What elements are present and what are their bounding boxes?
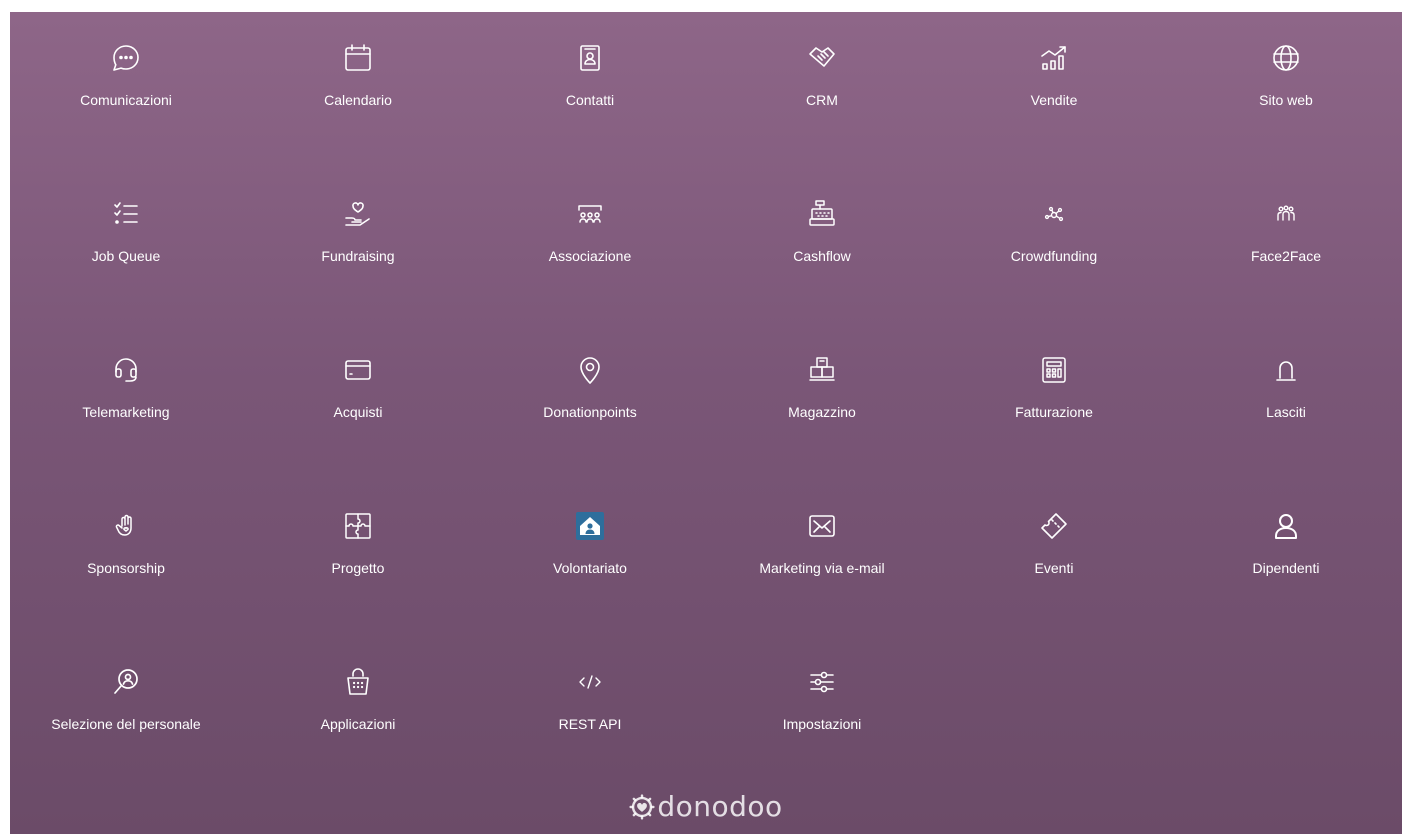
app-fundraising[interactable]: Fundraising xyxy=(242,168,474,268)
app-label: Face2Face xyxy=(1250,248,1322,264)
hand-heart-icon xyxy=(106,506,146,546)
app-label: Vendite xyxy=(1030,92,1078,108)
app-label: Sponsorship xyxy=(87,560,165,576)
app-label: Donationpoints xyxy=(543,404,637,420)
brand-logo: donodoo xyxy=(10,790,1402,823)
user-icon xyxy=(1266,506,1306,546)
app-volontariato[interactable]: Volontariato xyxy=(474,480,706,580)
credit-card-icon xyxy=(338,350,378,390)
app-telemarketing[interactable]: Telemarketing xyxy=(10,324,242,424)
app-label: Selezione del personale xyxy=(51,716,201,732)
app-lasciti[interactable]: Lasciti xyxy=(1170,324,1402,424)
app-label: Lasciti xyxy=(1266,404,1306,420)
app-label: Eventi xyxy=(1034,560,1074,576)
app-label: Cashflow xyxy=(793,248,851,264)
app-contatti[interactable]: Contatti xyxy=(474,12,706,112)
app-face2face[interactable]: Face2Face xyxy=(1170,168,1402,268)
handshake-icon xyxy=(802,38,842,78)
chat-bubble-icon xyxy=(106,38,146,78)
app-rest-api[interactable]: REST API xyxy=(474,636,706,736)
app-label: Job Queue xyxy=(91,248,161,264)
envelope-icon xyxy=(802,506,842,546)
ticket-icon xyxy=(1034,506,1074,546)
brand-name: donodoo xyxy=(657,790,783,823)
app-acquisti[interactable]: Acquisti xyxy=(242,324,474,424)
arch-icon xyxy=(1266,350,1306,390)
app-label: Impostazioni xyxy=(782,716,862,732)
app-donationpoints[interactable]: Donationpoints xyxy=(474,324,706,424)
globe-icon xyxy=(1266,38,1306,78)
calculator-icon xyxy=(1034,350,1074,390)
app-calendario[interactable]: Calendario xyxy=(242,12,474,112)
app-crm[interactable]: CRM xyxy=(706,12,938,112)
app-label: Fatturazione xyxy=(1015,404,1093,420)
app-vendite[interactable]: Vendite xyxy=(938,12,1170,112)
app-label: Associazione xyxy=(548,248,632,264)
app-crowdfunding[interactable]: Crowdfunding xyxy=(938,168,1170,268)
people-face-icon xyxy=(1266,194,1306,234)
app-label: Fundraising xyxy=(321,248,395,264)
app-magazzino[interactable]: Magazzino xyxy=(706,324,938,424)
cash-register-icon xyxy=(802,194,842,234)
app-selezione-del-personale[interactable]: Selezione del personale xyxy=(10,636,242,736)
donodoo-logo-icon xyxy=(629,793,655,820)
app-label: Progetto xyxy=(331,560,385,576)
app-sponsorship[interactable]: Sponsorship xyxy=(10,480,242,580)
app-label: Contatti xyxy=(565,92,615,108)
app-label: Marketing via e-mail xyxy=(759,560,885,576)
boxes-icon xyxy=(802,350,842,390)
puzzle-icon xyxy=(338,506,378,546)
heart-hand-icon xyxy=(338,194,378,234)
sales-chart-icon xyxy=(1034,38,1074,78)
app-label: REST API xyxy=(558,716,622,732)
app-label: Volontariato xyxy=(553,560,627,576)
people-group-icon xyxy=(570,194,610,234)
app-cashflow[interactable]: Cashflow xyxy=(706,168,938,268)
contact-card-icon xyxy=(570,38,610,78)
app-label: CRM xyxy=(806,92,838,108)
app-impostazioni[interactable]: Impostazioni xyxy=(706,636,938,736)
app-applicazioni[interactable]: Applicazioni xyxy=(242,636,474,736)
home-menu: Comunicazioni Calendario Contatti CRM Ve… xyxy=(10,12,1402,834)
app-marketing-via-e-mail[interactable]: Marketing via e-mail xyxy=(706,480,938,580)
app-label: Applicazioni xyxy=(320,716,396,732)
app-fatturazione[interactable]: Fatturazione xyxy=(938,324,1170,424)
search-person-icon xyxy=(106,662,146,702)
network-icon xyxy=(1034,194,1074,234)
app-dipendenti[interactable]: Dipendenti xyxy=(1170,480,1402,580)
app-job-queue[interactable]: Job Queue xyxy=(10,168,242,268)
app-label: Dipendenti xyxy=(1252,560,1320,576)
app-sito-web[interactable]: Sito web xyxy=(1170,12,1402,112)
app-label: Crowdfunding xyxy=(1010,248,1098,264)
map-pin-icon xyxy=(570,350,610,390)
app-label: Comunicazioni xyxy=(80,92,172,108)
app-associazione[interactable]: Associazione xyxy=(474,168,706,268)
app-label: Acquisti xyxy=(333,404,383,420)
app-label: Magazzino xyxy=(788,404,856,420)
headset-icon xyxy=(106,350,146,390)
volunteer-house-icon xyxy=(570,506,610,546)
code-icon xyxy=(570,662,610,702)
app-label: Calendario xyxy=(324,92,392,108)
app-eventi[interactable]: Eventi xyxy=(938,480,1170,580)
app-label: Telemarketing xyxy=(82,404,170,420)
app-comunicazioni[interactable]: Comunicazioni xyxy=(10,12,242,112)
sliders-icon xyxy=(802,662,842,702)
checklist-icon xyxy=(106,194,146,234)
calendar-icon xyxy=(338,38,378,78)
app-label: Sito web xyxy=(1259,92,1313,108)
app-basket-icon xyxy=(338,662,378,702)
app-progetto[interactable]: Progetto xyxy=(242,480,474,580)
